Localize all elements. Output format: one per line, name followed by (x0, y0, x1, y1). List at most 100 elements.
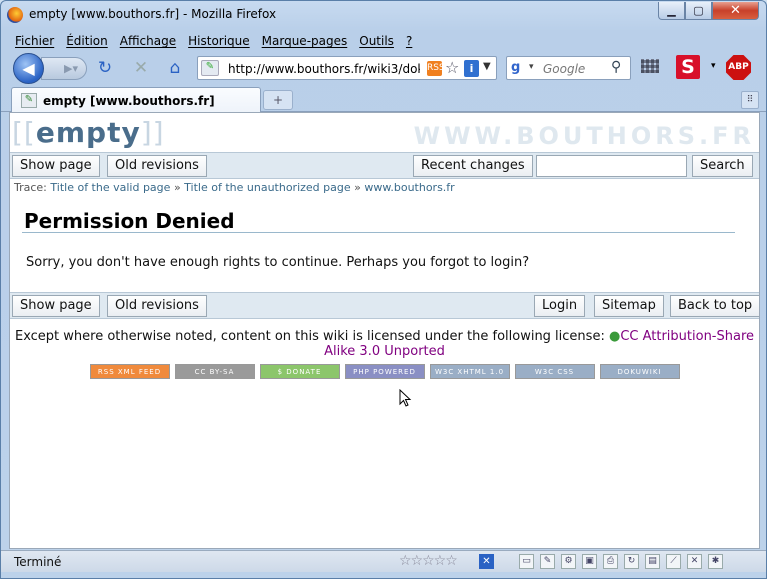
google-engine-icon[interactable]: g (511, 60, 529, 76)
window-bottom-edge (1, 572, 766, 578)
search-input[interactable]: Google (543, 62, 585, 76)
s-addon-icon[interactable]: S (676, 55, 700, 79)
heading-divider (22, 232, 735, 233)
mouse-cursor-icon (399, 389, 412, 407)
recent-changes-button[interactable]: Recent changes (413, 155, 533, 177)
menu-historique[interactable]: Historique (182, 32, 256, 52)
grid-icon[interactable] (641, 59, 659, 73)
page-heading: Permission Denied (24, 209, 235, 233)
menu-outils[interactable]: Outils (353, 32, 400, 52)
print-icon[interactable]: ⎙ (603, 554, 618, 569)
breadcrumb: Trace: Title of the valid page » Title o… (14, 181, 455, 194)
menu-marque-pages[interactable]: Marque-pages (256, 32, 354, 52)
menu-help[interactable]: ? (400, 32, 418, 52)
license-link[interactable]: CC Attribution-Share (620, 329, 754, 344)
tab-empty[interactable]: ✎ empty [www.bouthors.fr] (11, 87, 261, 113)
search-magnifier-icon[interactable]: ⚲ (611, 59, 621, 75)
title-bracket-open: [[ (12, 116, 36, 149)
search-button[interactable]: Search (692, 155, 753, 177)
chart-icon[interactable]: ⟋ (666, 554, 681, 569)
sitemap-button[interactable]: Sitemap (594, 295, 664, 317)
php-powered-badge[interactable]: PHP POWERED (344, 364, 425, 379)
show-page-button-bottom[interactable]: Show page (12, 295, 100, 317)
show-page-button[interactable]: Show page (12, 155, 100, 177)
reload-icon[interactable]: ↻ (95, 58, 115, 78)
stop-icon[interactable]: ✕ (131, 58, 151, 78)
bottom-button-bar: Show page Old revisions Login Sitemap Ba… (10, 292, 759, 319)
menu-bar: Fichier Édition Affichage Historique Mar… (9, 32, 418, 52)
tab-list-icon[interactable]: ⠿ (741, 91, 759, 109)
old-revisions-button-bottom[interactable]: Old revisions (107, 295, 207, 317)
engine-dropdown-icon[interactable]: ▾ (529, 62, 534, 72)
cc-globe-icon: ● (608, 329, 621, 344)
breadcrumb-link[interactable]: www.bouthors.fr (364, 181, 454, 194)
forward-button[interactable]: ▶▾ (41, 57, 87, 80)
wiki-title-link[interactable]: [[empty]] (12, 116, 165, 149)
save-icon[interactable]: ▣ (582, 554, 597, 569)
new-tab-button[interactable]: + (263, 90, 293, 110)
addon-status-icon[interactable]: ✕ (479, 554, 494, 569)
xhtml-badge[interactable]: W3C XHTML 1.0 (429, 364, 510, 379)
wiki-search-input[interactable] (536, 155, 687, 177)
url-text[interactable]: http://www.bouthors.fr/wiki3/doku. (228, 62, 420, 76)
menu-affichage[interactable]: Affichage (114, 32, 182, 52)
network-icon[interactable]: ⚙ (561, 554, 576, 569)
close-button[interactable]: ✕ (712, 2, 759, 20)
tab-strip: ✎ empty [www.bouthors.fr] + ⠿ (1, 87, 766, 113)
title-bracket-close: ]] (140, 116, 165, 149)
search-bar[interactable]: g ▾ Google ⚲ (506, 56, 631, 80)
old-revisions-button[interactable]: Old revisions (107, 155, 207, 177)
tools-icon[interactable]: ✕ (687, 554, 702, 569)
firefox-icon (7, 7, 23, 23)
title-bar: empty [www.bouthors.fr] - Mozilla Firefo… (1, 1, 766, 29)
permission-message: Sorry, you don't have enough rights to c… (26, 255, 530, 270)
rss-feed-badge[interactable]: RSS XML FEED (89, 364, 170, 379)
dokuwiki-badge[interactable]: DOKUWIKI (599, 364, 680, 379)
url-bar[interactable]: ✎ http://www.bouthors.fr/wiki3/doku. RSS… (197, 56, 497, 80)
minimize-button[interactable]: ▁ (658, 2, 685, 20)
adblock-icon[interactable]: ABP (726, 55, 751, 80)
home-icon[interactable]: ⌂ (165, 58, 185, 78)
back-arrow-icon: ◀ (22, 59, 35, 78)
wiki-header: [[empty]] WWW.BOUTHORS.FR (10, 113, 759, 153)
menu-edition[interactable]: Édition (60, 32, 114, 52)
pen-icon[interactable]: ✎ (540, 554, 555, 569)
page-content: [[empty]] WWW.BOUTHORS.FR Show page Old … (9, 112, 760, 549)
login-button[interactable]: Login (534, 295, 586, 317)
page-icon[interactable]: ▭ (519, 554, 534, 569)
license-link-line2[interactable]: Alike 3.0 Unported (324, 344, 445, 359)
back-to-top-button[interactable]: Back to top (670, 295, 759, 317)
navigation-toolbar: ▶▾ ◀ ↻ ✕ ⌂ ✎ http://www.bouthors.fr/wiki… (9, 52, 759, 84)
rating-stars-icon[interactable]: ☆☆☆☆☆ (399, 553, 458, 569)
back-button[interactable]: ◀ (13, 53, 44, 84)
forward-arrow-icon: ▶▾ (64, 62, 78, 75)
addon-dropdown-icon[interactable]: ▾ (711, 61, 716, 71)
cc-by-sa-badge[interactable]: CC BY-SA (174, 364, 255, 379)
menu-fichier[interactable]: Fichier (9, 32, 60, 52)
donate-badge[interactable]: $ DONATE (259, 364, 340, 379)
breadcrumb-sep: » (354, 181, 361, 194)
license-notice: Except where otherwise noted, content on… (10, 329, 759, 359)
wiki-host: WWW.BOUTHORS.FR (413, 122, 755, 150)
info-icon[interactable]: i (464, 60, 479, 77)
tab-label: empty [www.bouthors.fr] (43, 94, 215, 108)
bug-icon[interactable]: ✱ (708, 554, 723, 569)
css-badge[interactable]: W3C CSS (514, 364, 595, 379)
url-dropdown-icon[interactable]: ▼ (483, 61, 491, 72)
status-bar: Terminé ☆☆☆☆☆ ✕ ▭ ✎ ⚙ ▣ ⎙ ↻ ▤ ⟋ ✕ ✱ (1, 550, 766, 572)
top-button-bar: Show page Old revisions Recent changes S… (10, 152, 759, 179)
site-favicon-icon: ✎ (201, 60, 219, 76)
refresh-icon[interactable]: ↻ (624, 554, 639, 569)
wiki-title: empty (35, 116, 141, 149)
status-icon-group: ▭ ✎ ⚙ ▣ ⎙ ↻ ▤ ⟋ ✕ ✱ (519, 554, 723, 569)
note-icon[interactable]: ▤ (645, 554, 660, 569)
breadcrumb-link[interactable]: Title of the valid page (50, 181, 170, 194)
badge-row: RSS XML FEED CC BY-SA $ DONATE PHP POWER… (10, 364, 759, 379)
maximize-button[interactable]: ▢ (685, 2, 712, 20)
rss-icon[interactable]: RSS (427, 61, 445, 76)
window-title: empty [www.bouthors.fr] - Mozilla Firefo… (29, 7, 277, 21)
breadcrumb-link[interactable]: Title of the unauthorized page (184, 181, 350, 194)
breadcrumb-sep: » (173, 181, 181, 194)
bookmark-star-icon[interactable]: ☆ (445, 58, 459, 77)
firefox-window: empty [www.bouthors.fr] - Mozilla Firefo… (0, 0, 767, 579)
